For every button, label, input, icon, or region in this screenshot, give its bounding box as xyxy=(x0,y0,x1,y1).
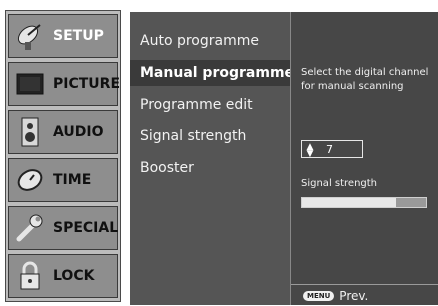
menu-item-special[interactable]: SPECIAL xyxy=(8,206,118,250)
satellite-dish-icon xyxy=(13,20,47,52)
up-down-arrows-icon: ▲▼ xyxy=(305,142,315,156)
info-footer: MENU Prev. xyxy=(291,284,438,306)
menu-item-picture[interactable]: PICTURE xyxy=(8,62,121,106)
menu-item-label: TIME xyxy=(53,172,92,188)
channel-value: 7 xyxy=(326,142,333,156)
submenu-item-booster[interactable]: Booster xyxy=(140,155,194,181)
prev-label: Prev. xyxy=(339,288,369,303)
padlock-icon xyxy=(13,260,47,292)
menu-item-setup[interactable]: SETUP xyxy=(8,14,118,58)
submenu-item-manual-programme[interactable]: Manual programme▸ xyxy=(130,60,299,86)
menu-item-label: AUDIO xyxy=(53,124,104,140)
menu-item-label: SETUP xyxy=(53,28,104,44)
menu-item-label: LOCK xyxy=(53,268,95,284)
submenu-item-label: Programme edit xyxy=(140,97,253,113)
menu-item-lock[interactable]: LOCK xyxy=(8,254,118,298)
submenu-item-auto-programme[interactable]: Auto programme xyxy=(140,28,259,54)
submenu-item-signal-strength[interactable]: Signal strength xyxy=(140,123,246,149)
menu-key-icon[interactable]: MENU xyxy=(303,290,335,301)
monitor-icon xyxy=(13,68,47,100)
submenu-item-label: Manual programme xyxy=(140,65,295,81)
menu-item-label: SPECIAL xyxy=(53,220,119,236)
info-panel: Select the digital channel for manual sc… xyxy=(290,12,438,305)
signal-strength-fill xyxy=(302,198,397,207)
clock-icon xyxy=(13,164,47,196)
submenu-item-label: Booster xyxy=(140,160,194,176)
help-text: Select the digital channel for manual sc… xyxy=(301,67,429,92)
submenu-item-label: Signal strength xyxy=(140,128,247,144)
submenu-item-label: Auto programme xyxy=(140,33,259,49)
menu-item-audio[interactable]: AUDIO xyxy=(8,110,118,154)
signal-strength-bar xyxy=(301,197,427,208)
signal-strength-label: Signal strength xyxy=(301,178,378,189)
speaker-icon xyxy=(13,116,47,148)
submenu-item-programme-edit[interactable]: Programme edit xyxy=(140,92,253,118)
menu-item-time[interactable]: TIME xyxy=(8,158,118,202)
menu-item-label: PICTURE xyxy=(53,76,121,92)
channel-stepper[interactable]: ▲▼ 7 xyxy=(301,140,363,158)
main-menu: SETUP PICTURE AUDIO TIME SPECIAL LOCK xyxy=(5,10,121,302)
wrench-icon xyxy=(13,212,47,244)
setup-submenu: Auto programme Manual programme▸ Program… xyxy=(130,12,299,305)
